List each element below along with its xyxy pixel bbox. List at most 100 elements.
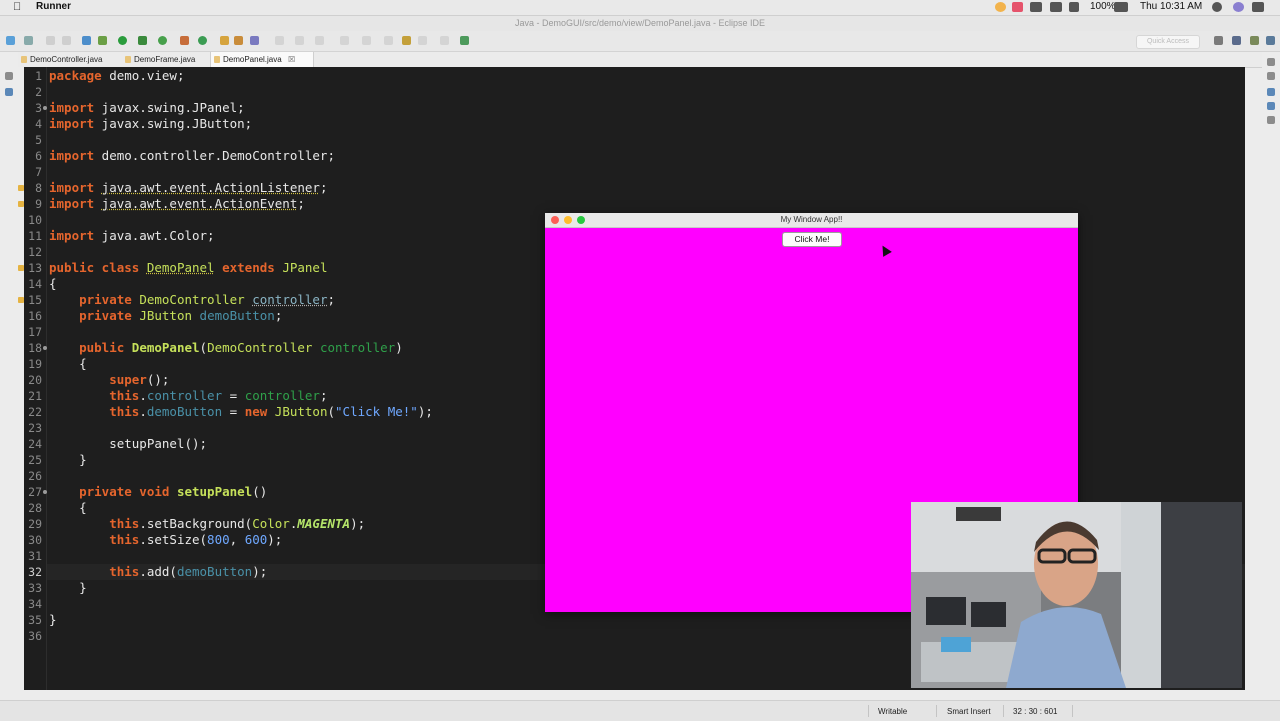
tab-democontroller[interactable]: DemoController.java	[18, 52, 126, 67]
pin-editor-icon[interactable]	[440, 36, 449, 45]
mark-occurrences-icon[interactable]	[362, 36, 371, 45]
new-java-package-icon[interactable]	[180, 36, 189, 45]
skip-breakpoints-icon[interactable]	[82, 36, 91, 45]
code-line-9: import java.awt.event.ActionEvent;	[49, 196, 305, 212]
battery-icon[interactable]	[1114, 2, 1128, 12]
debug-perspective-icon[interactable]	[1250, 36, 1259, 45]
battery-percent[interactable]: 100%	[1090, 1, 1116, 12]
notification-center-icon[interactable]	[1252, 2, 1264, 12]
line-number: 10	[28, 213, 42, 227]
apple-menu-icon[interactable]: 	[13, 1, 21, 13]
next-annotation-icon[interactable]	[295, 36, 304, 45]
new-icon[interactable]	[6, 36, 15, 45]
app-menu-name[interactable]: Runner	[36, 1, 71, 12]
minimize-icon[interactable]	[1267, 58, 1275, 66]
keyword: super	[49, 372, 147, 387]
open-perspective-icon[interactable]	[1214, 36, 1223, 45]
code-text: .	[139, 388, 147, 403]
clock[interactable]: Thu 10:31 AM	[1140, 1, 1202, 12]
debug-icon[interactable]	[98, 36, 107, 45]
keyword: extends	[222, 260, 275, 275]
code-line-1: package demo.view;	[49, 68, 184, 84]
line-number: 34	[28, 597, 42, 611]
wifi-icon[interactable]	[1030, 2, 1042, 12]
source-code[interactable]: package demo.view; import javax.swing.JP…	[49, 68, 549, 627]
number-literal: 800	[207, 532, 230, 547]
task-list-icon[interactable]	[1267, 102, 1275, 110]
keyword: public	[49, 340, 125, 355]
number-literal: 600	[244, 532, 268, 547]
code-line-32: this.add(demoButton);	[49, 564, 267, 580]
keyword: import	[49, 116, 95, 131]
code-text: );	[267, 532, 283, 547]
forward-icon[interactable]	[418, 36, 427, 45]
parameter-name: controller	[244, 388, 320, 403]
code-text: ;	[274, 308, 283, 323]
tab-demopanel[interactable]: DemoPanel.java ☒	[210, 52, 314, 67]
back-icon[interactable]	[402, 36, 411, 45]
open-type-icon[interactable]	[220, 36, 229, 45]
line-number: 16	[28, 309, 42, 323]
toggle-breadcrumb-icon[interactable]	[460, 36, 469, 45]
package-explorer-icon[interactable]	[5, 88, 13, 96]
status-insert-mode[interactable]: Smart Insert	[947, 707, 991, 716]
external-tools-icon[interactable]	[158, 36, 167, 45]
app-window-title: My Window App!!	[780, 215, 843, 224]
click-me-button[interactable]: Click Me!	[782, 232, 842, 247]
search-icon[interactable]	[250, 36, 259, 45]
status-separator	[1003, 705, 1004, 717]
field-name: controller	[252, 292, 328, 307]
keyword: new	[244, 404, 268, 419]
line-number: 21	[28, 389, 42, 403]
annotation-icon[interactable]	[275, 36, 284, 45]
new-java-class-icon[interactable]	[198, 36, 207, 45]
java-perspective-icon[interactable]	[1232, 36, 1241, 45]
line-number: 11	[28, 229, 42, 243]
webcam-video-image	[911, 502, 1242, 688]
status-icon[interactable]	[995, 2, 1006, 12]
open-icon[interactable]	[24, 36, 33, 45]
coverage-icon[interactable]	[138, 36, 147, 45]
block-selection-icon[interactable]	[384, 36, 393, 45]
git-perspective-icon[interactable]	[1266, 36, 1275, 45]
line-number: 1	[35, 69, 42, 83]
keyword: this	[49, 404, 140, 419]
unused-import: java.awt.event.ActionListener	[101, 180, 320, 195]
close-tab-icon[interactable]: ☒	[288, 55, 295, 64]
code-line-4: import javax.swing.JButton;	[49, 116, 252, 132]
app-titlebar[interactable]: My Window App!!	[545, 213, 1078, 228]
restore-icon[interactable]	[5, 72, 13, 80]
status-writable: Writable	[878, 707, 908, 716]
last-edit-icon[interactable]	[340, 36, 349, 45]
maximize-icon[interactable]	[1267, 72, 1275, 80]
outline-icon[interactable]	[1267, 88, 1275, 96]
code-text: )	[395, 340, 403, 355]
airplay-icon[interactable]	[1050, 2, 1062, 12]
tab-demoframe[interactable]: DemoFrame.java	[122, 52, 214, 67]
line-number: 13	[28, 261, 42, 275]
line-number: 36	[28, 629, 42, 643]
keyword: private	[49, 292, 132, 307]
record-icon[interactable]	[1012, 2, 1023, 12]
code-line-8: import java.awt.event.ActionListener;	[49, 180, 327, 196]
fold-toggle-icon[interactable]	[43, 490, 47, 494]
siri-icon[interactable]	[1233, 2, 1244, 12]
save-all-icon[interactable]	[62, 36, 71, 45]
previous-annotation-icon[interactable]	[315, 36, 324, 45]
fold-toggle-icon[interactable]	[43, 106, 47, 110]
console-icon[interactable]	[1267, 116, 1275, 124]
open-task-icon[interactable]	[234, 36, 243, 45]
code-text: (	[199, 340, 208, 355]
code-text: ;	[319, 180, 328, 195]
spotlight-icon[interactable]	[1212, 2, 1222, 12]
code-text: javax.swing.JPanel;	[94, 100, 245, 115]
run-icon[interactable]	[118, 36, 127, 45]
quick-access-input[interactable]: Quick Access	[1136, 35, 1200, 49]
line-number: 15	[28, 293, 42, 307]
line-number: 26	[28, 469, 42, 483]
save-icon[interactable]	[46, 36, 55, 45]
volume-icon[interactable]	[1069, 2, 1079, 12]
tab-label: DemoPanel.java	[223, 55, 282, 64]
fold-toggle-icon[interactable]	[43, 346, 47, 350]
status-cursor-position[interactable]: 32 : 30 : 601	[1013, 707, 1057, 716]
